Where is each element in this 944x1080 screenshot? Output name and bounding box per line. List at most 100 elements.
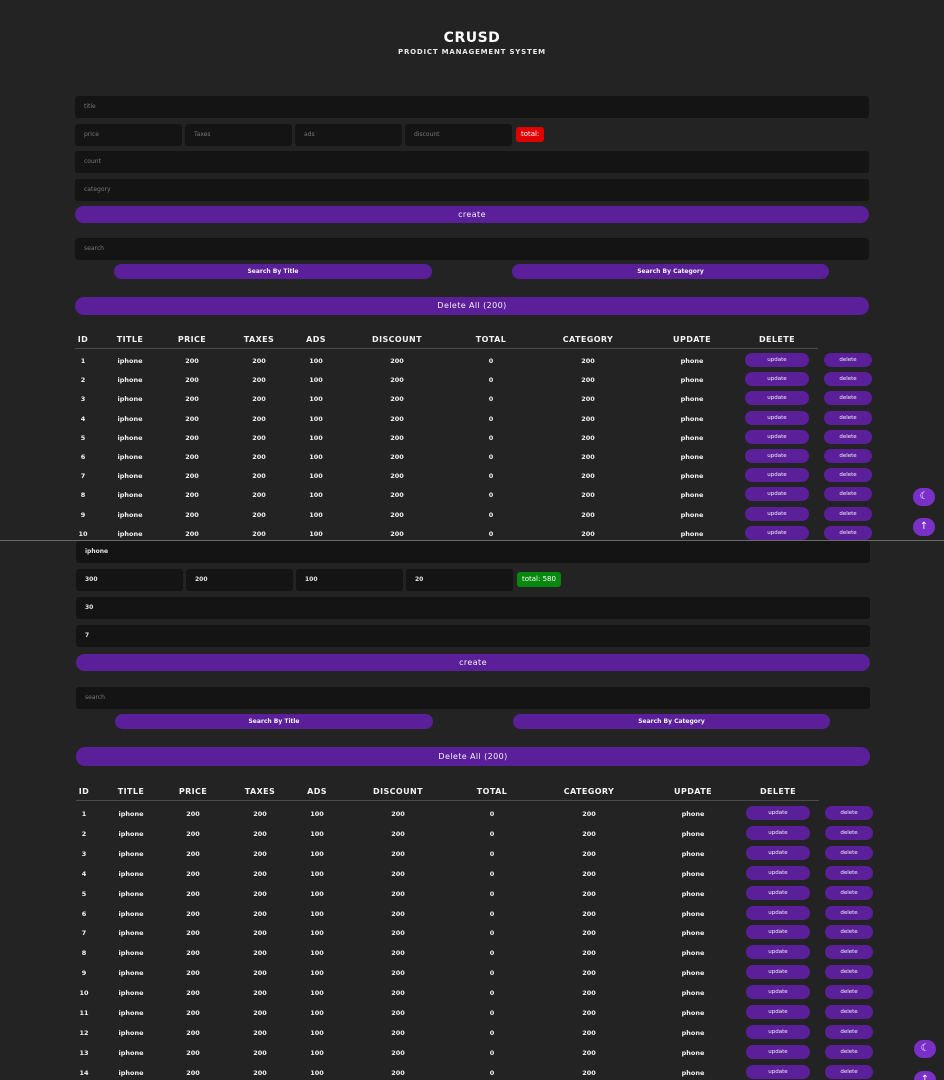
cell-category: 200 [582, 949, 596, 958]
cell-update: phone [681, 909, 705, 918]
cell-ads: 100 [310, 949, 324, 958]
update-button[interactable]: update [746, 905, 810, 920]
category-input[interactable]: category [75, 179, 869, 201]
cell-discount: 200 [391, 889, 405, 898]
cell-category: 200 [581, 491, 595, 500]
update-button[interactable]: update [745, 410, 809, 425]
update-button[interactable]: update [746, 985, 810, 1000]
update-button[interactable]: update [745, 449, 809, 463]
search-by-category-button[interactable]: Search By Category [513, 714, 830, 729]
cell-discount: 200 [391, 869, 405, 878]
update-button[interactable]: update [745, 429, 809, 444]
cell-total: 0 [488, 491, 494, 500]
moon-icon[interactable]: ☾ [914, 1040, 936, 1058]
moon-icon[interactable]: ☾ [913, 488, 935, 506]
search-by-category-button[interactable]: Search By Category [512, 264, 829, 279]
delete-button[interactable]: delete [825, 825, 873, 840]
update-button[interactable]: update [745, 506, 809, 521]
cell-ads: 100 [310, 909, 324, 918]
delete-button[interactable]: delete [825, 865, 873, 880]
cell-id: 14 [79, 1068, 89, 1077]
cell-title: iphone [118, 849, 144, 858]
delete-button[interactable]: delete [824, 372, 872, 387]
ads-input[interactable]: 100 [296, 569, 403, 591]
delete-button[interactable]: delete [825, 1044, 873, 1059]
update-button[interactable]: update [746, 865, 810, 880]
cell-total: 0 [489, 1068, 495, 1077]
delete-button[interactable]: delete [825, 1005, 873, 1019]
discount-input[interactable]: discount [405, 124, 512, 146]
cell-title: iphone [118, 1068, 144, 1077]
cell-price: 200 [186, 1009, 200, 1017]
taxes-input[interactable]: 200 [186, 569, 293, 591]
cell-update: phone [681, 849, 705, 858]
update-button[interactable]: update [746, 925, 810, 940]
update-button[interactable]: update [746, 885, 810, 900]
update-button[interactable]: update [745, 391, 809, 406]
update-button[interactable]: update [746, 845, 810, 860]
taxes-input[interactable]: Taxes [185, 124, 292, 146]
delete-button[interactable]: delete [825, 845, 873, 860]
update-button[interactable]: update [746, 1064, 810, 1079]
delete-button[interactable]: delete [824, 525, 872, 540]
delete-button[interactable]: delete [825, 925, 873, 940]
title-input[interactable]: iphone [76, 541, 870, 563]
update-button[interactable]: update [745, 468, 809, 483]
price-input[interactable]: 300 [76, 569, 183, 591]
delete-all-button[interactable]: Delete All (200) [76, 747, 870, 766]
delete-button[interactable]: delete [825, 806, 873, 820]
update-button[interactable]: update [746, 965, 810, 980]
arrow-up-icon[interactable]: ↑ [914, 1071, 936, 1080]
cell-discount: 200 [390, 376, 404, 385]
price-input[interactable]: price [75, 124, 182, 146]
delete-button[interactable]: delete [825, 965, 873, 980]
cell-update: phone [681, 1048, 705, 1057]
cell-total: 0 [488, 529, 494, 538]
update-button[interactable]: update [745, 487, 809, 502]
delete-button[interactable]: delete [824, 391, 872, 406]
search-by-title-button[interactable]: Search By Title [114, 264, 432, 279]
delete-button[interactable]: delete [824, 449, 872, 463]
cell-ads: 100 [310, 969, 324, 978]
cell-ads: 100 [309, 491, 323, 500]
create-button[interactable]: create [75, 206, 869, 223]
delete-button[interactable]: delete [824, 410, 872, 425]
search-by-title-button[interactable]: Search By Title [115, 714, 433, 729]
update-button[interactable]: update [746, 1005, 810, 1019]
delete-button[interactable]: delete [825, 1064, 873, 1079]
category-input[interactable]: 7 [76, 625, 870, 647]
delete-button[interactable]: delete [825, 905, 873, 920]
ads-input[interactable]: ads [295, 124, 402, 146]
delete-all-button[interactable]: Delete All (200) [75, 297, 869, 315]
delete-button[interactable]: delete [824, 353, 872, 367]
search-input[interactable]: search [76, 687, 870, 709]
delete-button[interactable]: delete [825, 1024, 873, 1039]
delete-button[interactable]: delete [825, 885, 873, 900]
cell-id: 2 [81, 829, 87, 838]
cell-price: 200 [185, 510, 199, 519]
create-button[interactable]: create [76, 654, 870, 671]
cell-ads: 100 [309, 357, 323, 365]
update-button[interactable]: update [745, 372, 809, 387]
delete-button[interactable]: delete [824, 487, 872, 502]
count-input[interactable]: 30 [76, 597, 870, 619]
arrow-up-icon[interactable]: ↑ [913, 518, 935, 536]
cell-update: phone [681, 810, 705, 818]
update-button[interactable]: update [745, 353, 809, 367]
search-input[interactable]: search [75, 238, 869, 260]
update-button[interactable]: update [746, 1044, 810, 1059]
delete-button[interactable]: delete [824, 468, 872, 483]
update-button[interactable]: update [746, 1024, 810, 1039]
update-button[interactable]: update [746, 825, 810, 840]
title-input[interactable]: title [75, 96, 869, 118]
update-button[interactable]: update [746, 806, 810, 820]
discount-input[interactable]: 20 [406, 569, 513, 591]
delete-button[interactable]: delete [824, 429, 872, 444]
delete-button[interactable]: delete [825, 985, 873, 1000]
update-button[interactable]: update [745, 525, 809, 540]
count-input[interactable]: count [75, 151, 869, 173]
delete-button[interactable]: delete [825, 945, 873, 960]
update-button[interactable]: update [746, 945, 810, 960]
delete-button[interactable]: delete [824, 506, 872, 521]
cell-update: phone [681, 989, 705, 998]
